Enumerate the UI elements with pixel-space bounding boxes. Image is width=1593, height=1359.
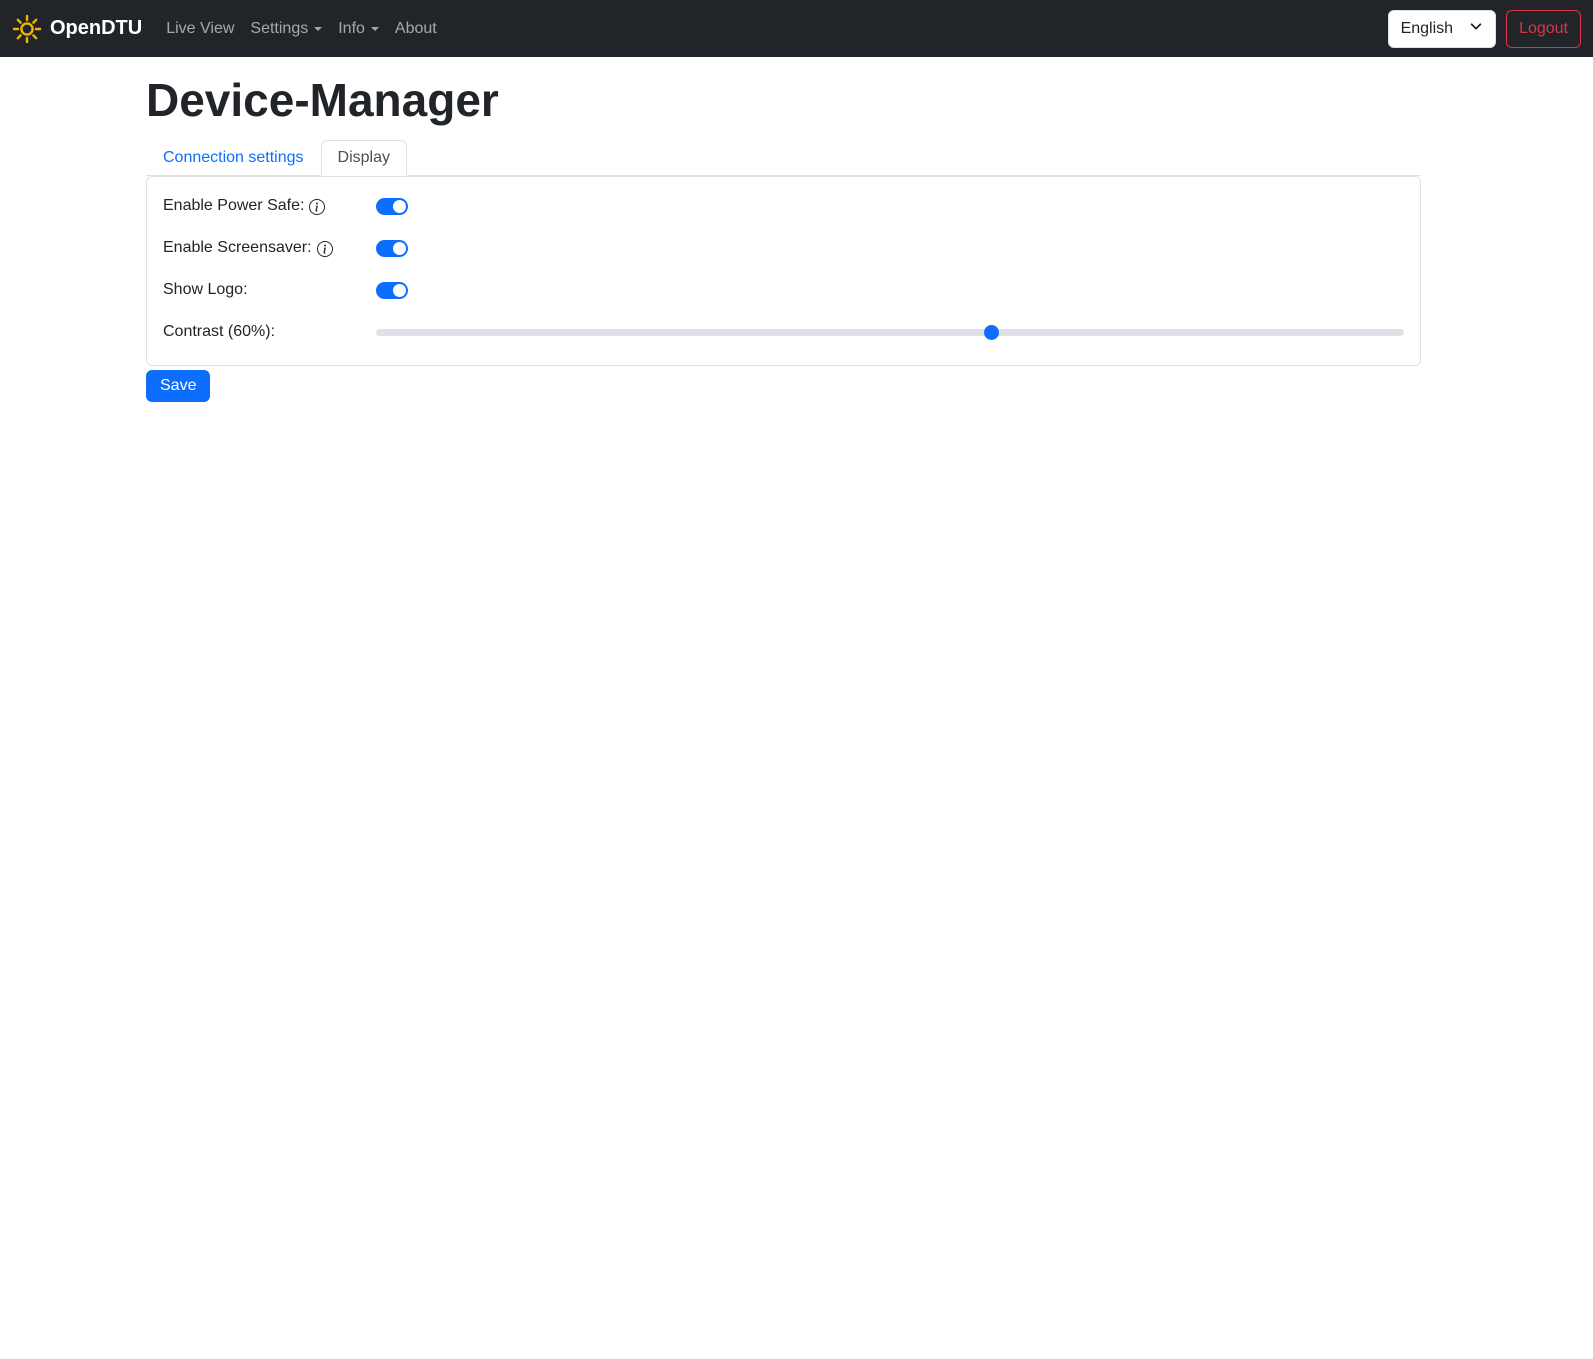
form-row-contrast: Contrast (60%): — [163, 319, 1404, 345]
nav-item-settings[interactable]: Settings — [242, 12, 330, 46]
form-row-show-logo: Show Logo: — [163, 277, 1404, 303]
row-control — [376, 281, 1404, 299]
nav-item-label: Settings — [250, 19, 309, 37]
nav-item-label: Live View — [166, 19, 235, 37]
row-label: Enable Power Safe: — [163, 197, 376, 216]
contrast-slider[interactable] — [376, 324, 1404, 341]
main-content: Device-Manager Connection settings Displ… — [146, 73, 1421, 403]
tab-display[interactable]: Display — [320, 140, 407, 177]
save-button[interactable]: Save — [146, 370, 211, 403]
nav-links: Live View Settings Info About — [158, 12, 445, 46]
show-logo-switch[interactable] — [376, 281, 408, 299]
navbar: OpenDTU Live View Settings Info About En… — [0, 0, 1593, 57]
nav-item-info[interactable]: Info — [330, 12, 387, 46]
brand[interactable]: OpenDTU — [12, 14, 142, 44]
row-label: Contrast (60%): — [163, 323, 376, 341]
row-control — [376, 324, 1404, 341]
caret-down-icon — [314, 26, 323, 31]
contrast-label: Contrast (60%): — [163, 323, 276, 341]
tab-connection-settings[interactable]: Connection settings — [146, 140, 321, 176]
info-circle-icon[interactable] — [309, 199, 326, 216]
logout-button[interactable]: Logout — [1506, 9, 1581, 48]
info-circle-icon[interactable] — [316, 241, 333, 258]
show-logo-label: Show Logo: — [163, 281, 248, 299]
row-control — [376, 239, 1404, 257]
row-control — [376, 197, 1404, 215]
enable-power-safe-label: Enable Power Safe: — [163, 197, 305, 215]
nav-item-live-view[interactable]: Live View — [158, 12, 242, 46]
row-label: Enable Screensaver: — [163, 239, 376, 258]
row-label: Show Logo: — [163, 281, 376, 299]
chevron-down-icon — [1469, 19, 1483, 38]
sun-icon — [12, 14, 42, 44]
enable-screensaver-switch[interactable] — [376, 239, 408, 257]
nav-item-about[interactable]: About — [387, 12, 445, 46]
display-settings-card: Enable Power Safe: Enable Screensaver: S… — [146, 176, 1421, 367]
enable-screensaver-label: Enable Screensaver: — [163, 239, 312, 257]
nav-item-label: About — [394, 19, 437, 37]
brand-label: OpenDTU — [50, 17, 143, 39]
navbar-right: English Logout — [1387, 9, 1581, 48]
form-row-enable-power-safe: Enable Power Safe: — [163, 193, 1404, 219]
enable-power-safe-switch[interactable] — [376, 197, 408, 215]
language-select[interactable]: English — [1387, 9, 1497, 48]
form-row-enable-screensaver: Enable Screensaver: — [163, 235, 1404, 261]
caret-down-icon — [370, 26, 379, 31]
tab-bar: Connection settings Display — [146, 140, 1421, 177]
language-selected: English — [1400, 19, 1454, 37]
page-title: Device-Manager — [146, 74, 499, 126]
nav-item-label: Info — [338, 19, 365, 37]
